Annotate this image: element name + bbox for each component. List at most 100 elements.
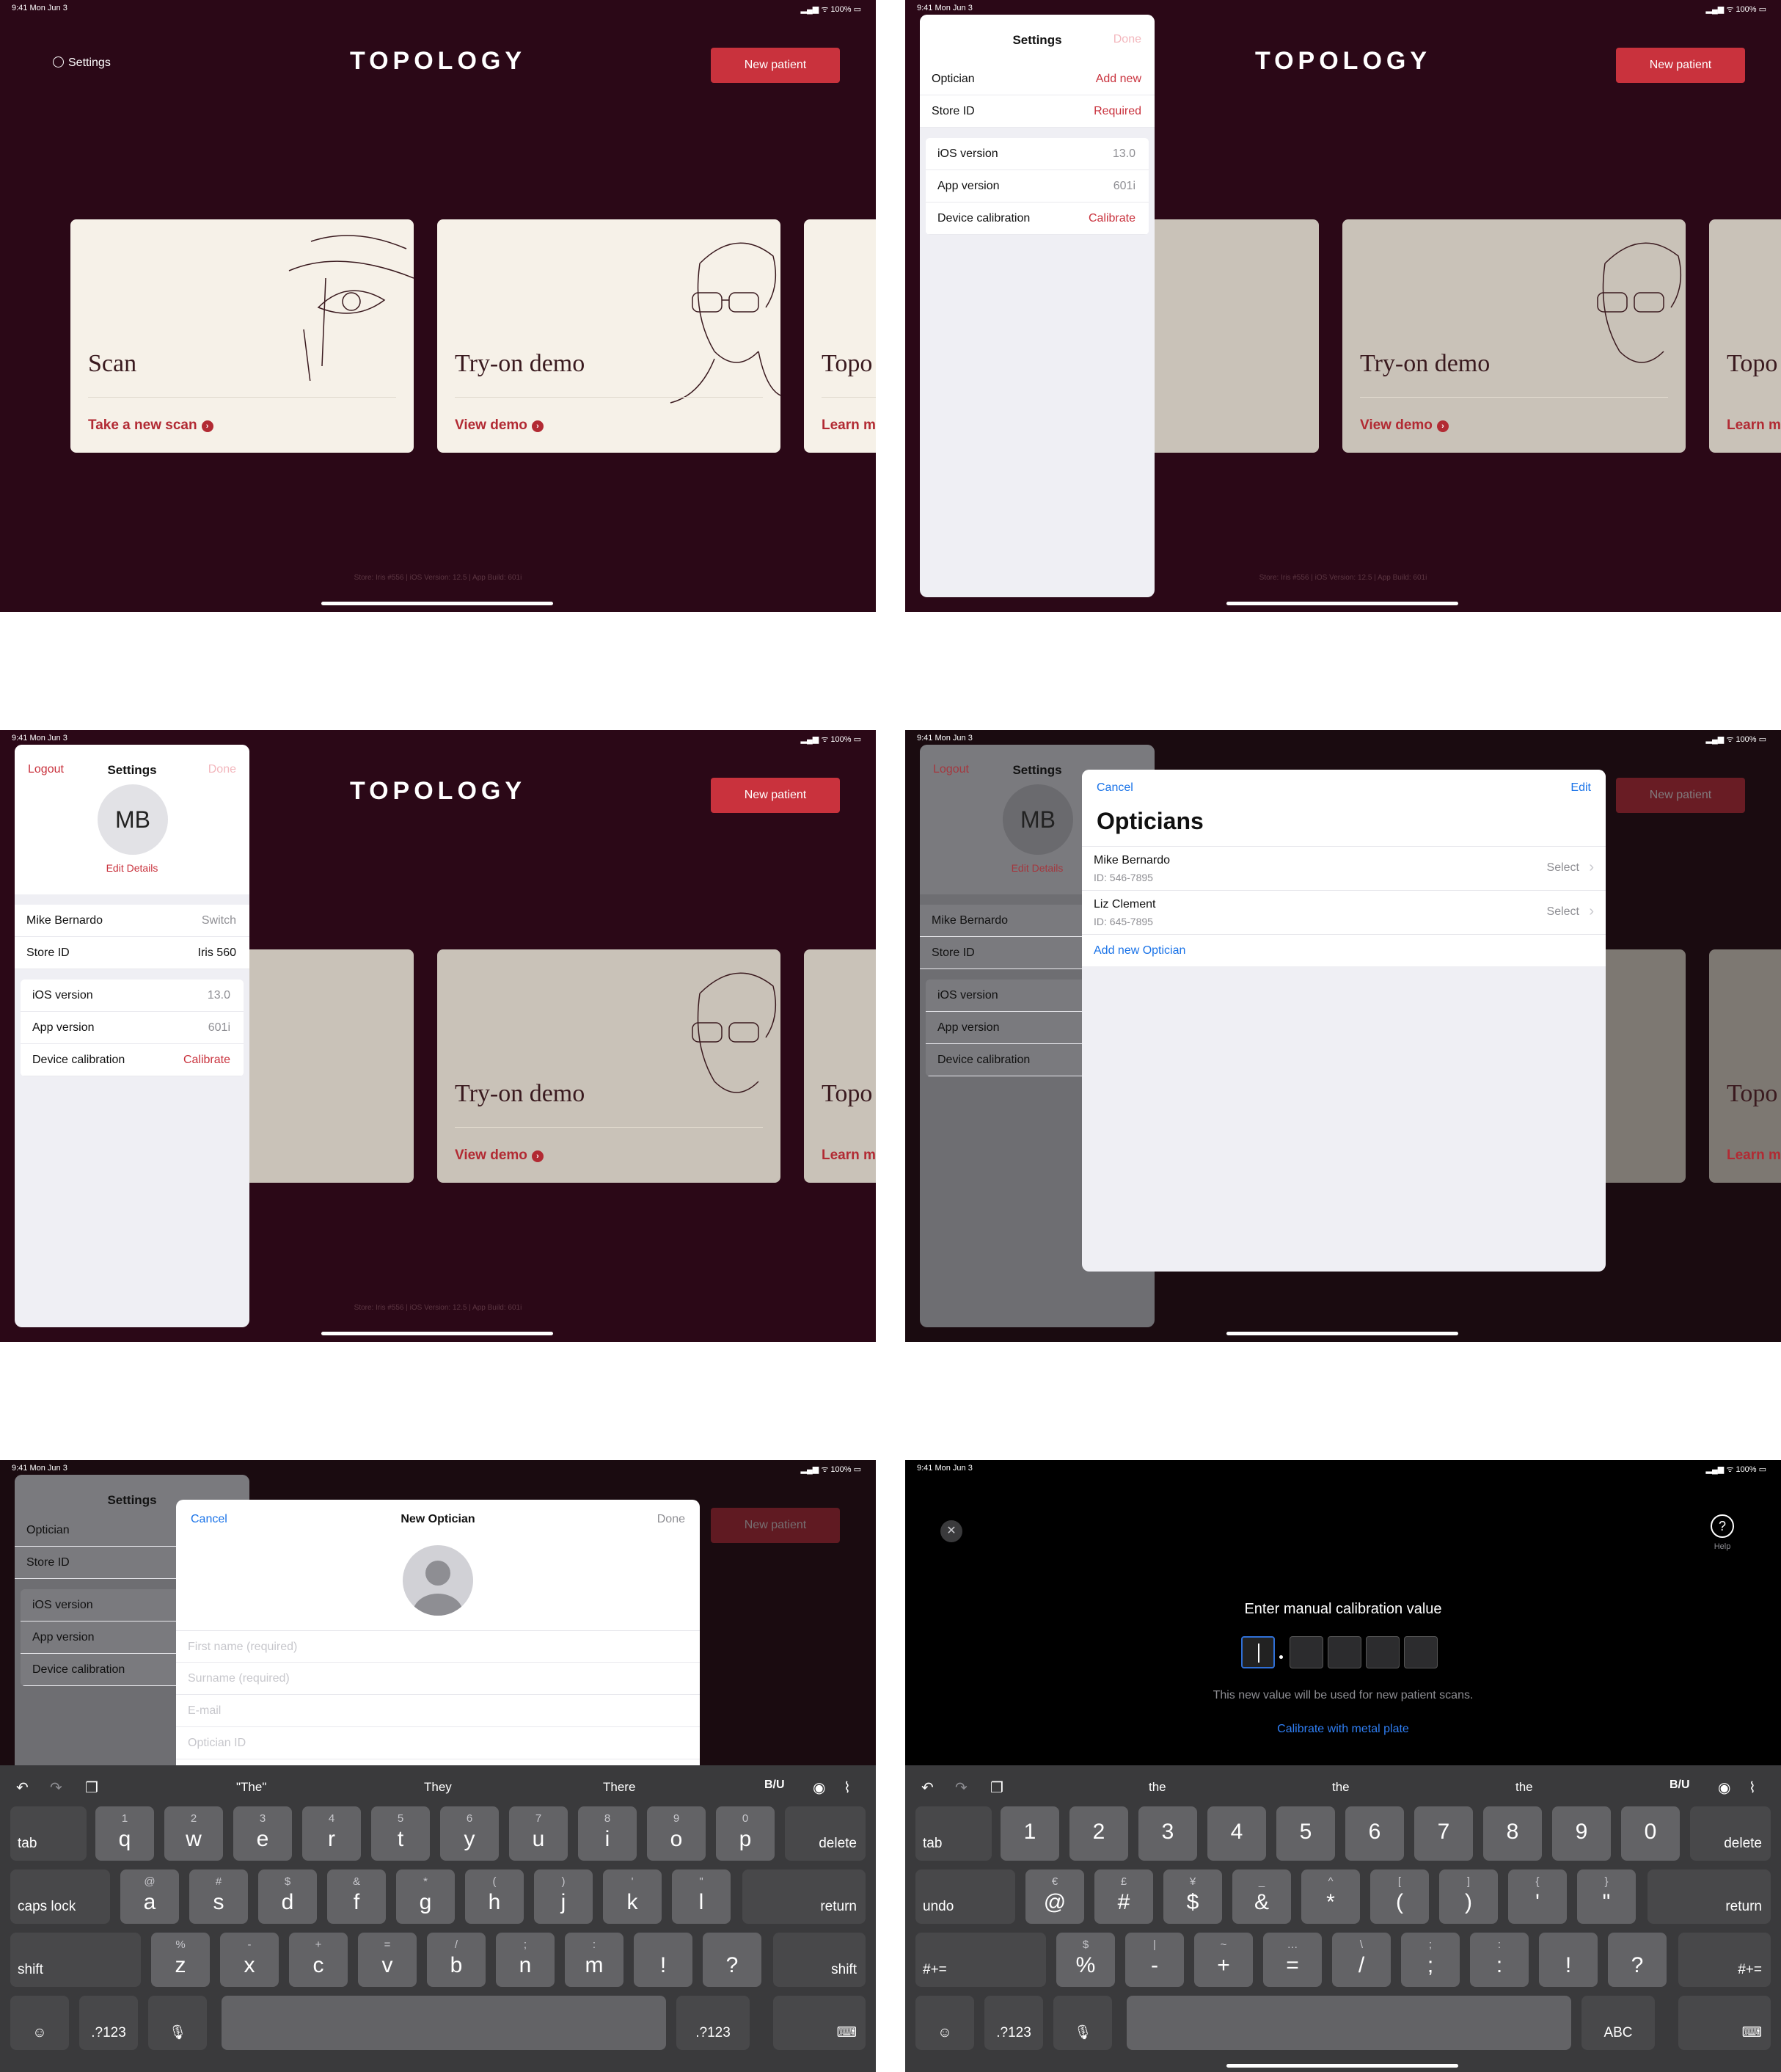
calibration-row[interactable]: Device calibration Calibrate: [21, 1044, 244, 1076]
suggestion[interactable]: They: [424, 1780, 452, 1795]
key-symbol[interactable]: ~ +: [1194, 1933, 1253, 1987]
key-s[interactable]: # s: [189, 1869, 248, 1924]
emoji-key[interactable]: ☺: [915, 1996, 974, 2050]
paste-icon[interactable]: ❐: [990, 1779, 1003, 1797]
key-v[interactable]: = v: [358, 1933, 417, 1987]
new-patient-button[interactable]: New patient: [711, 48, 840, 83]
key-symbol[interactable]: !: [1539, 1933, 1598, 1987]
suggestion[interactable]: "The": [236, 1780, 266, 1795]
suggestion[interactable]: There: [603, 1780, 635, 1795]
cancel-button[interactable]: Cancel: [1097, 781, 1133, 795]
learn-more-link[interactable]: Learn m: [822, 417, 876, 434]
return-key[interactable]: return: [1647, 1869, 1771, 1924]
suggestion[interactable]: the: [1149, 1780, 1166, 1795]
learn-more-link[interactable]: Learn m: [1727, 417, 1781, 434]
key-6[interactable]: 6: [1345, 1806, 1404, 1861]
add-optician-row[interactable]: Add new Optician: [1082, 934, 1606, 966]
key-a[interactable]: @ a: [120, 1869, 179, 1924]
key-1[interactable]: 1: [1001, 1806, 1059, 1861]
camera-icon[interactable]: ◉: [813, 1779, 825, 1797]
key-t[interactable]: 5t: [371, 1806, 430, 1861]
done-button[interactable]: Done: [657, 1513, 685, 1526]
optician-id-field[interactable]: Optician ID: [176, 1727, 700, 1759]
key-7[interactable]: 7: [1414, 1806, 1473, 1861]
return-key[interactable]: return: [742, 1869, 866, 1924]
shift-key-right[interactable]: shift: [773, 1933, 866, 1987]
paste-icon[interactable]: ❐: [85, 1779, 98, 1797]
key-z[interactable]: % z: [151, 1933, 210, 1987]
key-o[interactable]: 9o: [647, 1806, 706, 1861]
key-symbol[interactable]: ;;: [1401, 1933, 1460, 1987]
digit-box[interactable]: [1328, 1636, 1361, 1668]
metal-plate-link[interactable]: Calibrate with metal plate: [905, 1723, 1781, 1736]
first-name-field[interactable]: First name (required): [176, 1630, 700, 1663]
key-symbol[interactable]: \ /: [1332, 1933, 1391, 1987]
hide-keyboard-key[interactable]: ⌨: [773, 1996, 866, 2050]
tryon-card[interactable]: Try-on demo View demo ›: [437, 219, 780, 453]
close-button[interactable]: ✕: [940, 1520, 962, 1542]
done-button[interactable]: Done: [1113, 33, 1141, 46]
photo-placeholder[interactable]: [403, 1545, 473, 1616]
shift-key[interactable]: shift: [10, 1933, 141, 1987]
numbers-key[interactable]: .?123: [984, 1996, 1043, 2050]
digit-box[interactable]: [1290, 1636, 1323, 1668]
key-symbol[interactable]: … =: [1263, 1933, 1322, 1987]
delete-key[interactable]: delete: [785, 1806, 866, 1861]
digit-box[interactable]: [1366, 1636, 1400, 1668]
space-key[interactable]: [1127, 1996, 1571, 2050]
attach-icon[interactable]: ⌇: [844, 1779, 851, 1797]
take-scan-link[interactable]: Take a new scan ›: [88, 417, 213, 434]
key-b[interactable]: / b: [427, 1933, 486, 1987]
camera-icon[interactable]: ◉: [1718, 1779, 1730, 1797]
redo-icon[interactable]: ↷: [50, 1779, 62, 1797]
key-symbol[interactable]: _ &: [1232, 1869, 1291, 1924]
key-m[interactable]: :m: [565, 1933, 623, 1987]
topology-card[interactable]: Topo Learn m: [804, 219, 876, 453]
key-u[interactable]: 7u: [509, 1806, 568, 1861]
scan-card[interactable]: Scan Take a new scan ›: [70, 219, 414, 453]
calibration-row[interactable]: Device calibration Calibrate: [926, 203, 1149, 235]
key-k[interactable]: ' k: [603, 1869, 662, 1924]
new-patient-button[interactable]: New patient: [1616, 48, 1745, 83]
symbols-key[interactable]: #+=: [915, 1933, 1046, 1987]
key-d[interactable]: $ d: [258, 1869, 317, 1924]
key-q[interactable]: 1q: [95, 1806, 154, 1861]
redo-icon[interactable]: ↷: [955, 1779, 968, 1797]
optician-row[interactable]: Optician Add new: [920, 63, 1155, 95]
key-symbol[interactable]: [(: [1370, 1869, 1429, 1924]
optician-list-item[interactable]: Liz Clement ID: 645-7895 Select ›: [1082, 890, 1606, 934]
key-i[interactable]: 8i: [578, 1806, 637, 1861]
undo-icon[interactable]: ↶: [16, 1779, 29, 1797]
key-2[interactable]: 2: [1069, 1806, 1128, 1861]
optician-row[interactable]: Mike Bernardo Switch: [15, 905, 249, 937]
topology-card[interactable]: Topo Learn m: [1709, 219, 1781, 453]
key-5[interactable]: 5: [1276, 1806, 1335, 1861]
view-demo-link[interactable]: View demo ›: [455, 1148, 544, 1164]
delete-key[interactable]: delete: [1690, 1806, 1771, 1861]
hide-keyboard-key[interactable]: ⌨: [1678, 1996, 1771, 2050]
key-symbol[interactable]: | -: [1125, 1933, 1184, 1987]
key-c[interactable]: + c: [289, 1933, 348, 1987]
suggestion[interactable]: the: [1332, 1780, 1350, 1795]
key-4[interactable]: 4: [1207, 1806, 1266, 1861]
key-e[interactable]: 3e: [233, 1806, 292, 1861]
key-x[interactable]: -x: [220, 1933, 279, 1987]
numbers-key[interactable]: .?123: [79, 1996, 138, 2050]
key-y[interactable]: 6y: [440, 1806, 499, 1861]
space-key[interactable]: [222, 1996, 666, 2050]
tryon-card[interactable]: Try-on demo View demo ›: [437, 949, 780, 1183]
key-8[interactable]: 8: [1483, 1806, 1542, 1861]
format-icon[interactable]: B/U: [1670, 1779, 1690, 1792]
view-demo-link[interactable]: View demo ›: [1360, 417, 1449, 434]
edit-details-link[interactable]: Edit Details: [15, 862, 249, 874]
avatar[interactable]: MB: [98, 784, 168, 855]
view-demo-link[interactable]: View demo ›: [455, 417, 544, 434]
key-symbol[interactable]: $%: [1056, 1933, 1115, 1987]
surname-field[interactable]: Surname (required): [176, 1663, 700, 1695]
edit-button[interactable]: Edit: [1570, 781, 1591, 795]
dictation-key[interactable]: 🎙: [1053, 1996, 1112, 2050]
key-symbol[interactable]: ?: [1608, 1933, 1667, 1987]
key-p[interactable]: 0p: [716, 1806, 775, 1861]
undo-icon[interactable]: ↶: [921, 1779, 934, 1797]
caps-lock-key[interactable]: caps lock: [10, 1869, 110, 1924]
